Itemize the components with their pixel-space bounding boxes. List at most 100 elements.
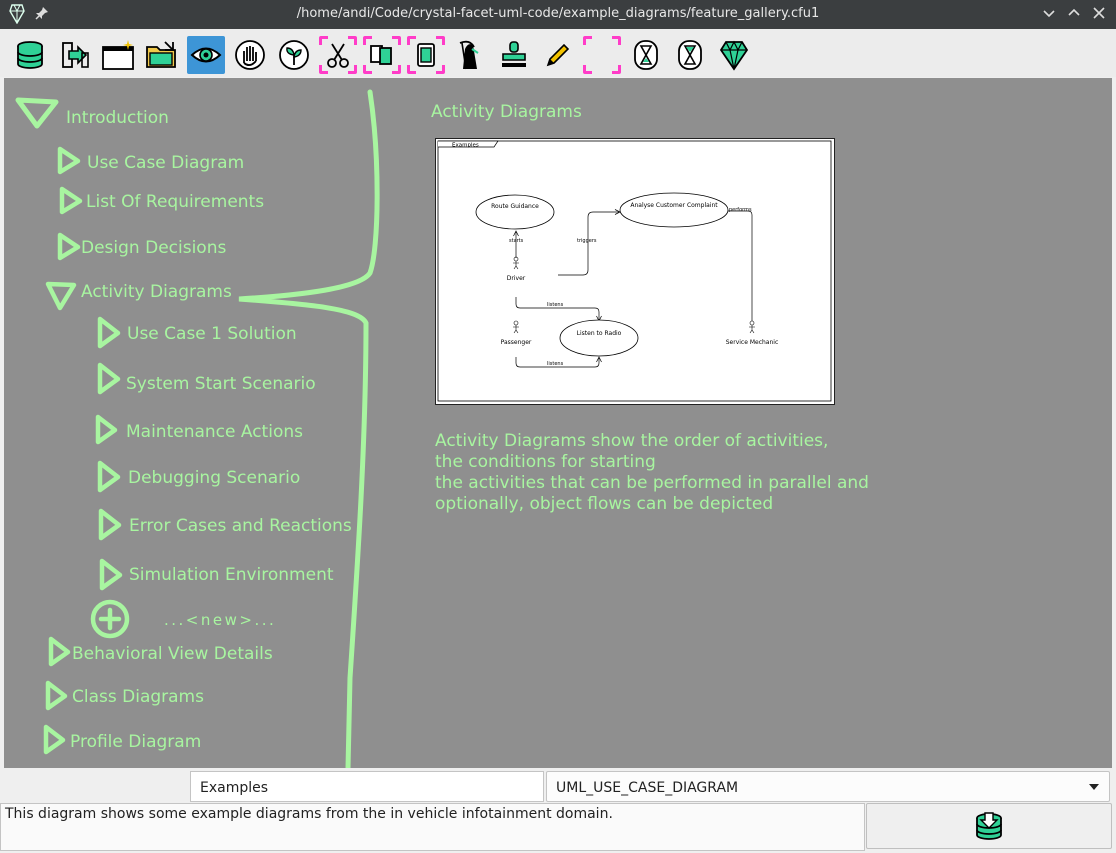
navigate-tool[interactable] <box>143 36 181 74</box>
nav-item-list-of-requirements[interactable]: List Of Requirements <box>86 192 264 212</box>
relation-label-listens: listens <box>547 302 564 308</box>
paste-tool[interactable] <box>407 36 445 74</box>
hourglass-icon <box>678 40 702 70</box>
collapsed-triangle-icon[interactable] <box>54 146 82 176</box>
nav-item-use-case-1-solution[interactable]: Use Case 1 Solution <box>127 324 297 344</box>
window-title: /home/andi/Code/crystal-facet-uml-code/e… <box>296 6 820 21</box>
paste-icon <box>417 43 435 67</box>
scissors-icon <box>327 43 349 68</box>
nav-item-use-case-diagram[interactable]: Use Case Diagram <box>87 153 244 173</box>
open-database-tool[interactable] <box>11 36 49 74</box>
edit-tool[interactable] <box>231 36 269 74</box>
nav-item-behavioral-view-details[interactable]: Behavioral View Details <box>72 644 273 664</box>
diagram-name-field[interactable]: Examples <box>190 771 544 802</box>
collapsed-triangle-icon[interactable] <box>42 680 70 712</box>
collapsed-triangle-icon[interactable] <box>45 636 73 668</box>
expand-triangle-icon[interactable] <box>15 96 59 130</box>
pencil-icon <box>546 43 570 67</box>
crystal-icon <box>719 40 749 71</box>
nav-item-debugging-scenario[interactable]: Debugging Scenario <box>128 468 300 488</box>
diagram-preview[interactable]: Examples starts triggers performs listen… <box>435 138 835 405</box>
diagram-canvas[interactable]: Introduction Use Case Diagram List Of Re… <box>4 78 1112 768</box>
nav-item-error-cases-and-reactions[interactable]: Error Cases and Reactions <box>129 516 352 536</box>
expand-triangle-icon[interactable] <box>44 280 78 312</box>
eye-icon <box>190 47 222 63</box>
undo-tool[interactable] <box>627 36 665 74</box>
export-icon <box>62 42 89 68</box>
highlight-tool[interactable] <box>539 36 577 74</box>
collapsed-triangle-icon[interactable] <box>94 316 122 350</box>
collapsed-triangle-icon[interactable] <box>54 232 82 262</box>
nav-item-class-diagrams[interactable]: Class Diagrams <box>72 687 204 707</box>
collapsed-triangle-icon[interactable] <box>92 414 120 446</box>
description-line: the conditions for starting <box>435 452 656 472</box>
new-window-icon <box>102 40 134 70</box>
nav-item-introduction[interactable]: Introduction <box>66 108 169 128</box>
actor-driver[interactable] <box>513 256 519 270</box>
folder-navigate-icon <box>146 41 176 68</box>
instantiate-tool[interactable] <box>495 36 533 74</box>
reset-selection-tool[interactable] <box>583 36 621 74</box>
grim-reaper-icon <box>459 40 479 70</box>
nav-item-system-start-scenario[interactable]: System Start Scenario <box>126 374 316 394</box>
collapsed-triangle-icon[interactable] <box>95 508 123 542</box>
database-commit-icon <box>976 812 1002 840</box>
actor-label: Passenger <box>501 339 532 346</box>
use-case-label: Listen to Radio <box>577 330 622 337</box>
collapsed-triangle-icon[interactable] <box>96 558 124 592</box>
nav-item-profile-diagram[interactable]: Profile Diagram <box>70 732 201 752</box>
dashed-frame-icon <box>587 40 617 70</box>
redo-tool[interactable] <box>671 36 709 74</box>
description-line: the activities that can be performed in … <box>435 473 869 493</box>
new-diagram-placeholder[interactable]: ...<new>... <box>164 611 276 629</box>
copy-tool[interactable] <box>363 36 401 74</box>
minimize-icon[interactable] <box>1042 5 1056 24</box>
about-tool[interactable] <box>715 36 753 74</box>
relation-label-performs: performs <box>729 207 752 213</box>
chevron-down-icon <box>1089 784 1099 790</box>
diagram-type-select[interactable]: UML_USE_CASE_DIAGRAM <box>546 771 1110 802</box>
nav-item-simulation-environment[interactable]: Simulation Environment <box>129 565 334 585</box>
seedling-icon <box>279 40 309 70</box>
actor-label: Driver <box>507 275 526 282</box>
relation-label-triggers: triggers <box>577 238 597 244</box>
diagram-frame-label: Examples <box>452 143 479 149</box>
use-case-analyse-customer-complaint[interactable] <box>619 192 729 228</box>
collapsed-triangle-icon[interactable] <box>94 362 122 396</box>
collapsed-triangle-icon[interactable] <box>40 724 68 756</box>
nav-item-activity-diagrams[interactable]: Activity Diagrams <box>81 282 232 302</box>
delete-tool[interactable] <box>451 36 489 74</box>
description-line: Activity Diagrams show the order of acti… <box>435 431 829 451</box>
actor-passenger[interactable] <box>513 320 519 334</box>
hand-icon <box>235 40 265 70</box>
diagram-type-value: UML_USE_CASE_DIAGRAM <box>556 780 739 796</box>
relation-label-starts: starts <box>509 238 524 244</box>
commit-button[interactable] <box>866 803 1112 849</box>
nav-item-maintenance-actions[interactable]: Maintenance Actions <box>126 422 303 442</box>
diagram-description-field[interactable]: This diagram shows some example diagrams… <box>0 803 865 851</box>
actor-label: Service Mechanic <box>726 339 779 346</box>
stamp-icon <box>502 41 526 67</box>
use-case-label: Analyse Customer Complaint <box>630 202 718 209</box>
database-icon <box>17 41 43 69</box>
view-tool[interactable] <box>187 36 225 74</box>
diagram-description-text: Activity Diagrams show the order of acti… <box>435 431 869 515</box>
toolbar <box>0 29 1116 77</box>
description-line: optionally, object flows can be depicted <box>435 494 774 514</box>
close-icon[interactable] <box>1092 5 1106 24</box>
cut-tool[interactable] <box>319 36 357 74</box>
nav-item-design-decisions[interactable]: Design Decisions <box>81 238 226 258</box>
use-case-route-guidance[interactable] <box>475 194 555 230</box>
collapsed-triangle-icon[interactable] <box>56 186 84 216</box>
use-case-listen-to-radio[interactable] <box>559 319 639 357</box>
collapsed-triangle-icon[interactable] <box>94 460 122 494</box>
maximize-icon[interactable] <box>1067 5 1081 24</box>
diagram-heading: Activity Diagrams <box>431 102 582 122</box>
create-tool[interactable] <box>275 36 313 74</box>
use-case-label: Route Guidance <box>491 203 539 210</box>
relation-label-listens-2: listens <box>547 361 564 367</box>
actor-service-mechanic[interactable] <box>749 320 755 334</box>
add-circle-icon[interactable] <box>89 598 131 640</box>
new-window-tool[interactable] <box>99 36 137 74</box>
export-tool[interactable] <box>55 36 93 74</box>
